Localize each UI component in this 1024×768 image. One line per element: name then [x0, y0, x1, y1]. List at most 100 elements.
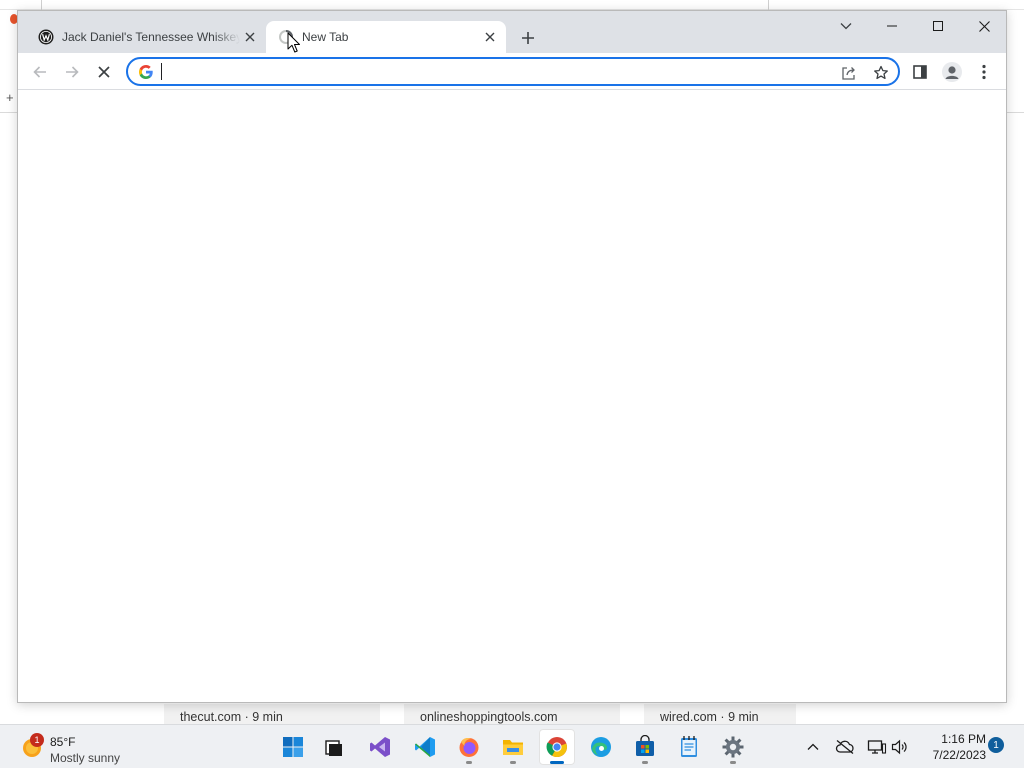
visual-studio-icon [370, 737, 390, 757]
plus-icon [522, 32, 534, 44]
google-g-icon [139, 65, 153, 79]
tab-new-tab[interactable]: New Tab [266, 21, 506, 53]
taskbar-vscode[interactable] [407, 729, 443, 765]
weather-condition: Mostly sunny [50, 751, 121, 765]
arrow-left-icon [33, 66, 46, 78]
background-card[interactable]: wired.com · 9 min [644, 704, 796, 724]
tab-strip[interactable]: Jack Daniel's Tennessee Whiskey New Tab [18, 11, 1006, 53]
taskbar: 1 85°F Mostly sunny 1:16 PM 7/22/2023 1 [0, 724, 1024, 768]
side-panel-icon [913, 65, 927, 79]
weather-widget[interactable]: 1 85°F Mostly sunny [18, 731, 158, 765]
clock[interactable]: 1:16 PM 7/22/2023 [916, 731, 986, 763]
volume-icon [891, 739, 907, 755]
background-divider [768, 0, 769, 10]
tab-search-button[interactable] [823, 11, 869, 41]
stop-icon [98, 66, 110, 78]
task-view-icon [325, 740, 342, 756]
tray-onedrive-offline[interactable] [834, 735, 856, 759]
chrome-icon [546, 737, 567, 758]
menu-button[interactable] [969, 57, 999, 87]
background-card-text: wired.com · 9 min [660, 710, 759, 724]
edge-icon [591, 737, 611, 757]
forward-button[interactable] [57, 57, 87, 87]
background-separator [1006, 112, 1024, 113]
taskbar-firefox[interactable] [451, 729, 487, 765]
browser-toolbar [18, 53, 1006, 90]
close-tab-button[interactable] [480, 27, 500, 47]
windows-start-icon [283, 737, 303, 757]
chevron-up-icon [807, 743, 819, 750]
firefox-icon [459, 738, 479, 757]
clock-time: 1:16 PM [941, 732, 986, 746]
background-plus-icon: + [6, 90, 14, 105]
background-separator [0, 112, 18, 113]
taskbar-notepad[interactable] [671, 729, 707, 765]
background-card[interactable]: thecut.com · 9 min [164, 704, 380, 724]
close-icon [245, 32, 255, 42]
clock-date: 7/22/2023 [932, 748, 986, 762]
star-icon [874, 65, 888, 80]
active-indicator [550, 761, 564, 764]
background-card-text: onlineshoppingtools.com [420, 710, 558, 724]
taskbar-store[interactable] [627, 729, 663, 765]
mouse-cursor-icon [287, 32, 300, 53]
show-hidden-icons-button[interactable] [803, 735, 823, 759]
taskbar-visual-studio[interactable] [362, 729, 398, 765]
page-content[interactable] [18, 91, 1006, 702]
network-icon [867, 740, 887, 754]
maximize-button[interactable] [915, 11, 961, 41]
taskbar-task-view[interactable] [316, 729, 352, 765]
file-explorer-icon [503, 740, 523, 755]
notification-count-badge[interactable]: 1 [988, 737, 1004, 753]
close-tab-button[interactable] [240, 27, 260, 47]
background-card[interactable]: onlineshoppingtools.com [404, 704, 620, 724]
avatar [942, 62, 962, 82]
weather-temperature: 85°F [50, 735, 76, 749]
background-card-text: thecut.com · 9 min [180, 710, 283, 724]
notepad-icon [681, 736, 697, 757]
more-vertical-icon [982, 64, 986, 80]
taskbar-chrome[interactable] [539, 729, 575, 765]
person-icon [945, 66, 959, 79]
taskbar-edge[interactable] [583, 729, 619, 765]
running-indicator [510, 761, 516, 764]
running-indicator [730, 761, 736, 764]
maximize-icon [933, 21, 943, 31]
settings-icon [722, 736, 744, 758]
text-caret [161, 63, 162, 80]
tray-network[interactable] [866, 735, 888, 759]
stop-loading-button[interactable] [89, 57, 119, 87]
running-indicator [466, 761, 472, 764]
cloud-off-icon [835, 739, 854, 755]
store-icon [636, 735, 654, 756]
weather-badge: 1 [30, 733, 44, 747]
bookmark-button[interactable] [870, 62, 892, 84]
jack-daniels-logo-icon [38, 29, 54, 45]
profile-button[interactable] [937, 57, 967, 87]
chrome-window: Jack Daniel's Tennessee Whiskey New Tab [17, 10, 1007, 703]
tab-jack-daniels[interactable]: Jack Daniel's Tennessee Whiskey [26, 21, 266, 53]
minimize-button[interactable] [869, 11, 915, 41]
minimize-icon [887, 25, 897, 27]
close-icon [978, 20, 990, 32]
share-button[interactable] [838, 62, 860, 84]
taskbar-settings[interactable] [715, 729, 751, 765]
background-divider [41, 0, 42, 10]
running-indicator [642, 761, 648, 764]
tab-title: New Tab [302, 30, 349, 44]
taskbar-file-explorer[interactable] [495, 729, 531, 765]
address-bar[interactable] [126, 57, 900, 86]
background-top-bar [0, 0, 1024, 10]
address-input[interactable] [160, 61, 820, 82]
background-cards: thecut.com · 9 min onlineshoppingtools.c… [164, 704, 796, 724]
side-panel-button[interactable] [905, 57, 935, 87]
new-tab-button[interactable] [516, 26, 540, 50]
taskbar-start-button[interactable] [275, 729, 311, 765]
tab-title: Jack Daniel's Tennessee Whiskey [62, 30, 240, 44]
vscode-icon [415, 737, 435, 757]
share-icon [842, 67, 855, 80]
chevron-down-icon [840, 23, 852, 30]
back-button[interactable] [25, 57, 55, 87]
tray-volume[interactable] [889, 735, 911, 759]
close-window-button[interactable] [961, 11, 1007, 41]
